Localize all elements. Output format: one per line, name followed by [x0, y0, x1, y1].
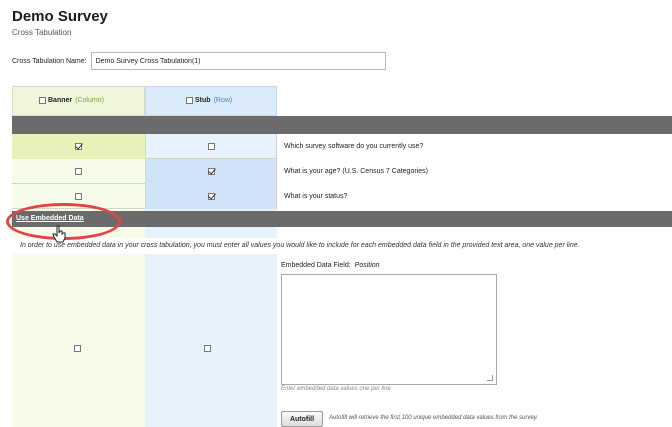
- banner-label: Banner: [48, 97, 73, 104]
- crosstab-name-label: Cross Tabulation Name:: [12, 57, 87, 65]
- embedded-field-name: Position: [354, 262, 380, 269]
- embedded-field-label: Embedded Data Field: Position: [281, 262, 380, 269]
- stub-select-all-checkbox[interactable]: [186, 97, 193, 104]
- embedded-data-panel: Embedded Data Field: Position Enter embed…: [277, 256, 672, 427]
- resize-handle-icon[interactable]: [487, 375, 493, 381]
- stub-header-content: Stub (Row): [186, 97, 232, 104]
- banner-checkbox[interactable]: [75, 168, 82, 175]
- embedded-values-hint: Enter embedded data values one per line: [281, 386, 391, 392]
- question-text: What is your age? (U.S. Census 7 Categor…: [277, 159, 672, 184]
- stub-cell: [145, 184, 277, 209]
- banner-cell: [12, 159, 145, 184]
- banner-checkbox[interactable]: [75, 143, 82, 150]
- embedded-banner-checkbox[interactable]: [74, 345, 81, 352]
- question-row: What is your age? (U.S. Census 7 Categor…: [12, 159, 672, 184]
- section-divider: [12, 116, 672, 134]
- crosstab-name-input[interactable]: [90, 52, 386, 70]
- autofill-description: Autofill will retrieve the first 100 uni…: [329, 415, 538, 421]
- page-subtitle: Cross Tabulation: [12, 28, 72, 37]
- embedded-info-text: In order to use embedded data in your cr…: [12, 238, 672, 254]
- banner-checkbox[interactable]: [75, 193, 82, 200]
- question-row: What is your status?: [12, 184, 672, 209]
- stub-hint: (Row): [213, 97, 233, 104]
- stub-label: Stub: [195, 97, 211, 104]
- embedded-stub-checkbox[interactable]: [204, 345, 211, 352]
- banner-header-content: Banner (Column): [39, 97, 104, 104]
- banner-hint: (Column): [75, 97, 104, 104]
- stub-checkbox[interactable]: [207, 193, 215, 200]
- banner-select-all-checkbox[interactable]: [39, 97, 46, 104]
- question-row: Which survey software do you currently u…: [12, 134, 672, 159]
- embedded-values-textarea[interactable]: [281, 274, 497, 385]
- autofill-button[interactable]: Autofill: [281, 411, 323, 427]
- question-text: Which survey software do you currently u…: [277, 134, 672, 159]
- banner-cell: [12, 134, 145, 159]
- stub-cell: [145, 159, 277, 184]
- question-header: [277, 86, 672, 116]
- page-title: Demo Survey: [12, 8, 108, 25]
- hand-cursor-icon: [52, 225, 66, 243]
- crosstab-name-row: Cross Tabulation Name:: [12, 52, 386, 70]
- stub-cell: [145, 134, 277, 159]
- stub-checkbox[interactable]: [207, 143, 215, 150]
- stub-checkbox[interactable]: [207, 168, 215, 175]
- question-text: What is your status?: [277, 184, 672, 209]
- embedded-field-title: Embedded Data Field:: [281, 262, 351, 269]
